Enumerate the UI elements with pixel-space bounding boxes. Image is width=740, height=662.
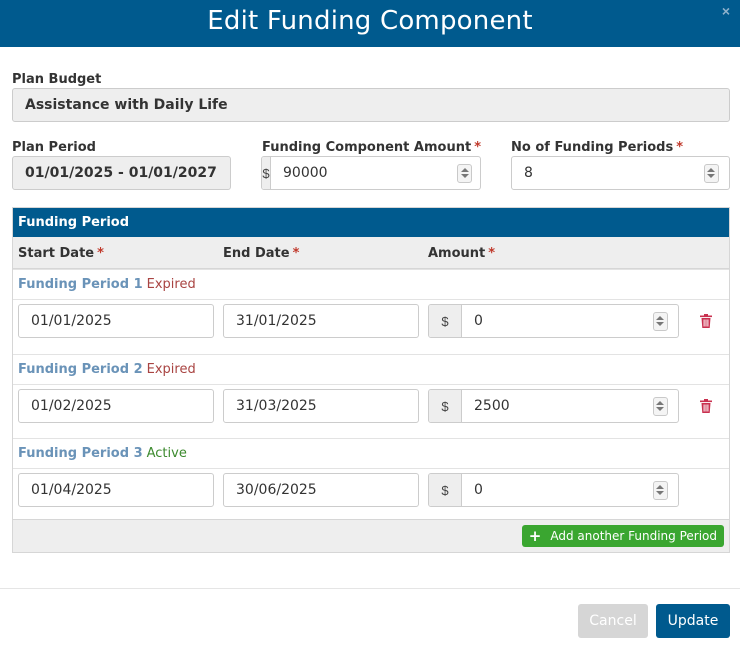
cancel-button[interactable]: Cancel <box>578 604 648 638</box>
col-end-date: End Date * <box>223 246 300 261</box>
required-marker: * <box>676 140 684 155</box>
column-header-row: Start Date * End Date * Amount * <box>13 237 729 269</box>
period-title-1: Funding Period 1 Expired <box>13 269 729 300</box>
plan-period-label: Plan Period <box>12 140 96 155</box>
spinner-icon[interactable] <box>652 396 668 416</box>
currency-addon: $ <box>429 390 462 422</box>
currency-addon: $ <box>429 305 462 337</box>
amount-input[interactable] <box>462 390 650 422</box>
trash-icon[interactable] <box>700 314 712 328</box>
spinner-icon[interactable] <box>652 311 668 331</box>
col-amount: Amount * <box>428 246 496 261</box>
period-name: Funding Period 3 <box>18 446 143 461</box>
panel-title: Funding Period <box>13 208 729 237</box>
update-button[interactable]: Update <box>656 604 730 638</box>
panel-footer: + Add another Funding Period <box>13 519 729 552</box>
spinner-icon[interactable] <box>652 480 668 500</box>
funding-amount-input[interactable] <box>271 157 457 189</box>
amount-input-group: $ <box>428 473 679 507</box>
add-funding-period-label: Add another Funding Period <box>550 529 717 543</box>
plan-budget-field: Assistance with Daily Life <box>12 88 730 122</box>
period-name: Funding Period 1 <box>18 277 143 292</box>
close-icon[interactable]: × <box>722 3 730 19</box>
funding-amount-label: Funding Component Amount * <box>262 140 481 155</box>
funding-amount-input-group: $ <box>261 156 481 190</box>
currency-addon: $ <box>262 157 271 189</box>
trash-icon[interactable] <box>700 399 712 413</box>
status-badge: Expired <box>146 362 196 377</box>
modal-title: Edit Funding Component <box>207 6 533 36</box>
end-date-input[interactable]: 30/06/2025 <box>223 473 419 507</box>
funding-amount-spinner[interactable] <box>457 157 472 189</box>
spinner-icon[interactable] <box>457 163 472 183</box>
status-badge: Active <box>146 446 187 461</box>
funding-amount-label-text: Funding Component Amount <box>262 140 472 155</box>
amount-input[interactable] <box>462 474 650 506</box>
plan-budget-label: Plan Budget <box>12 72 102 87</box>
end-date-input[interactable]: 31/03/2025 <box>223 389 419 423</box>
amount-spinner[interactable] <box>650 474 670 506</box>
amount-spinner[interactable] <box>650 390 670 422</box>
amount-spinner[interactable] <box>650 305 670 337</box>
status-badge: Expired <box>146 277 196 292</box>
period-title-2: Funding Period 2 Expired <box>13 354 729 385</box>
num-periods-input[interactable] <box>512 157 701 189</box>
footer-divider <box>0 588 740 589</box>
start-date-input[interactable]: 01/01/2025 <box>18 304 214 338</box>
num-periods-label-text: No of Funding Periods <box>511 140 674 155</box>
amount-input[interactable] <box>462 305 650 337</box>
required-marker: * <box>474 140 481 155</box>
currency-addon: $ <box>429 474 462 506</box>
start-date-input[interactable]: 01/04/2025 <box>18 473 214 507</box>
add-funding-period-button[interactable]: + Add another Funding Period <box>521 525 724 547</box>
num-periods-spinner[interactable] <box>701 157 721 189</box>
num-periods-label: No of Funding Periods * <box>511 140 683 155</box>
period-name: Funding Period 2 <box>18 362 143 377</box>
spinner-icon[interactable] <box>703 163 719 183</box>
amount-input-group: $ <box>428 304 679 338</box>
num-periods-input-group <box>511 156 730 190</box>
plan-period-field: 01/01/2025 - 01/01/2027 <box>12 156 231 190</box>
start-date-input[interactable]: 01/02/2025 <box>18 389 214 423</box>
end-date-input[interactable]: 31/01/2025 <box>223 304 419 338</box>
plus-icon: + <box>528 526 542 545</box>
modal-header: Edit Funding Component × <box>0 0 740 47</box>
col-start-date: Start Date * <box>18 246 104 261</box>
period-title-3: Funding Period 3 Active <box>13 438 729 469</box>
amount-input-group: $ <box>428 389 679 423</box>
funding-period-panel: Funding Period Start Date * End Date * Amo… <box>12 207 730 553</box>
